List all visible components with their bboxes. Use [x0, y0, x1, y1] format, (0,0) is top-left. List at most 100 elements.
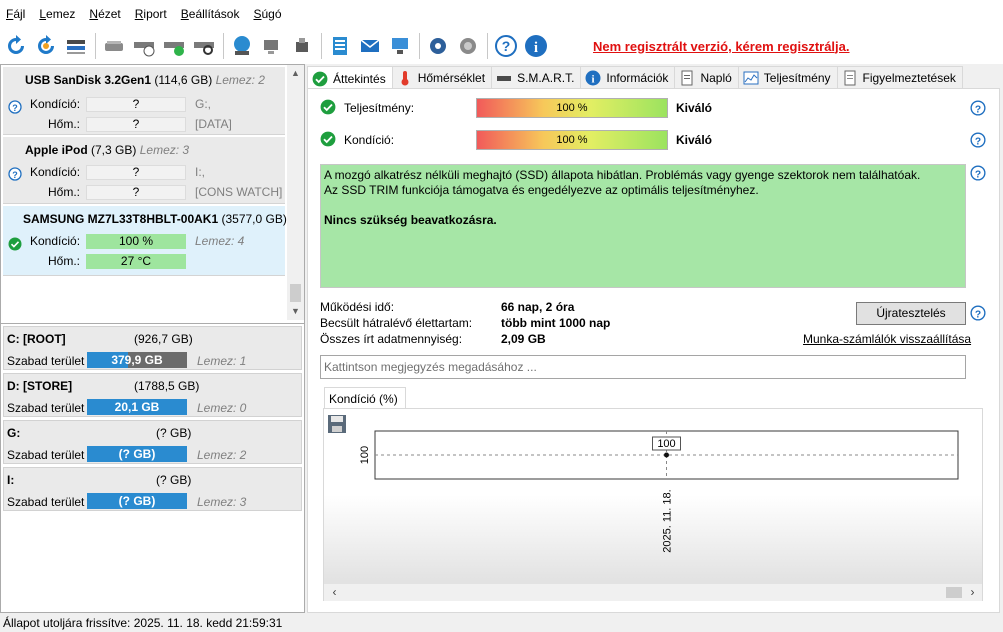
disk-temp-row: Hőm.: ? [DATA]	[48, 117, 232, 132]
status-message-box: A mozgó alkatrész nélküli meghajtó (SSD)…	[320, 164, 966, 288]
help-icon[interactable]: ?	[970, 305, 986, 321]
scroll-up-icon[interactable]: ▲	[287, 65, 304, 82]
scroll-left-icon[interactable]: ‹	[326, 584, 343, 601]
disk-item-selected[interactable]: SAMSUNG MZ7L33T8HBLT-00AK1 (3577,0 GB) K…	[3, 206, 287, 276]
check-icon	[320, 99, 336, 115]
svg-text:i: i	[534, 40, 538, 56]
toolbar-separator	[487, 33, 488, 59]
drive-icon	[496, 70, 512, 86]
disk-name: Apple iPod (7,3 GB) Lemez: 3	[25, 143, 190, 157]
condition-bar: 100 %	[476, 130, 668, 150]
info-icon: i	[585, 70, 601, 86]
report-icon[interactable]	[327, 33, 353, 59]
usb-drive-icon[interactable]	[289, 33, 315, 59]
info-icon[interactable]: i	[523, 33, 549, 59]
tab-log[interactable]: Napló	[674, 66, 739, 89]
disk-check-icon[interactable]	[161, 33, 187, 59]
help-icon[interactable]: ?	[493, 33, 519, 59]
data-point	[664, 452, 669, 458]
chart-scrollbar[interactable]: ‹ ›	[324, 584, 982, 601]
alert-document-icon	[842, 70, 858, 86]
performance-bar: 100 %	[476, 98, 668, 118]
tab-bar: Áttekintés Hőmérséklet S.M.A.R.T. i Info…	[307, 66, 1003, 90]
scroll-thumb[interactable]	[946, 587, 962, 598]
check-icon	[320, 131, 336, 147]
speaker-icon[interactable]	[455, 33, 481, 59]
point-label: 100	[657, 438, 675, 450]
thermometer-icon	[397, 70, 413, 86]
disk-item[interactable]: USB SanDisk 3.2Gen1 (114,6 GB) Lemez: 2 …	[3, 67, 285, 135]
register-link[interactable]: Nem regisztrált verzió, kérem regisztrál…	[593, 39, 850, 54]
volume-item[interactable]: D: [STORE] (1788,5 GB) Szabad terület 20…	[3, 373, 302, 417]
tab-smart[interactable]: S.M.A.R.T.	[491, 66, 582, 89]
email-icon[interactable]	[357, 33, 383, 59]
network-disk-icon[interactable]	[229, 33, 255, 59]
toolbar-separator	[95, 33, 96, 59]
overview-panel: Teljesítmény: 100 % Kiváló ? Kondíció: 1…	[307, 88, 1000, 613]
disk-list: USB SanDisk 3.2Gen1 (114,6 GB) Lemez: 2 …	[1, 65, 304, 320]
disk-name: SAMSUNG MZ7L33T8HBLT-00AK1 (3577,0 GB)	[23, 212, 287, 226]
disk-item[interactable]: Apple iPod (7,3 GB) Lemez: 3 ? Kondíció:…	[3, 137, 285, 204]
help-icon[interactable]: ?	[970, 165, 986, 181]
menu-view[interactable]: Nézet	[83, 7, 128, 21]
condition-chart: 100 100 2025. 11. 18.	[359, 430, 959, 553]
refresh-all-icon[interactable]	[33, 33, 59, 59]
disk-condition-row: Kondíció: 100 % Lemez: 4	[30, 234, 245, 249]
disk-condition-row: Kondíció: ? G:,	[30, 97, 212, 112]
menu-disk[interactable]: Lemez	[33, 7, 83, 21]
scroll-down-icon[interactable]: ▼	[287, 303, 304, 320]
performance-row: Teljesítmény: 100 % Kiváló	[320, 98, 990, 118]
toolbar-separator	[419, 33, 420, 59]
condition-chart-pane: 100 100 2025. 11. 18. ‹ ›	[323, 408, 983, 601]
tab-info[interactable]: i Információk	[580, 66, 676, 89]
disk-list-scrollbar[interactable]: ▲ ▼	[287, 65, 304, 320]
drive-list-icon[interactable]	[63, 33, 89, 59]
volume-item[interactable]: G: (? GB) Szabad terület (? GB) Lemez: 2	[3, 420, 302, 464]
scroll-right-icon[interactable]: ›	[964, 584, 981, 601]
help-icon[interactable]: ?	[970, 100, 986, 116]
svg-text:?: ?	[975, 137, 981, 148]
refresh-icon[interactable]	[3, 33, 29, 59]
tab-temperature[interactable]: Hőmérséklet	[391, 66, 493, 89]
volume-list: C: [ROOT] (926,7 GB) Szabad terület 379,…	[1, 323, 304, 612]
menu-settings[interactable]: Beállítások	[175, 7, 248, 21]
free-space-bar: (? GB)	[87, 493, 187, 509]
disk-name: USB SanDisk 3.2Gen1 (114,6 GB) Lemez: 2	[25, 73, 265, 87]
tab-condition-chart[interactable]: Kondíció (%)	[324, 387, 406, 409]
chart-icon	[743, 70, 759, 86]
toolbar: ? i Nem regisztrált verzió, kérem regisz…	[0, 28, 1003, 64]
svg-text:?: ?	[975, 170, 981, 181]
reset-counters-link[interactable]: Munka-számlálók visszaállítása	[803, 332, 971, 346]
volume-item[interactable]: C: [ROOT] (926,7 GB) Szabad terület 379,…	[3, 326, 302, 370]
gear-icon[interactable]	[425, 33, 451, 59]
disk-schedule-icon[interactable]	[131, 33, 157, 59]
tab-performance[interactable]: Teljesítmény	[737, 66, 838, 89]
free-space-bar: (? GB)	[87, 446, 187, 462]
disk-condition-row: Kondíció: ? I:,	[30, 165, 206, 180]
menu-help[interactable]: Súgó	[247, 7, 289, 21]
network-alert-icon[interactable]	[387, 33, 413, 59]
menu-file[interactable]: Fájl	[0, 7, 33, 21]
tab-alerts[interactable]: Figyelmeztetések	[836, 66, 963, 89]
volume-item[interactable]: I: (? GB) Szabad terület (? GB) Lemez: 3	[3, 467, 302, 511]
disk-search-icon[interactable]	[191, 33, 217, 59]
check-icon	[312, 71, 328, 87]
free-space-bar: 379,9 GB	[87, 352, 187, 368]
menu-bar: Fájl Lemez Nézet Riport Beállítások Súgó	[0, 0, 1003, 28]
scroll-thumb[interactable]	[290, 284, 301, 302]
retest-button[interactable]: Újratesztelés	[856, 302, 966, 325]
y-tick-label: 100	[359, 446, 371, 464]
disk-icon[interactable]	[101, 33, 127, 59]
left-panel: USB SanDisk 3.2Gen1 (114,6 GB) Lemez: 2 …	[0, 64, 305, 613]
x-tick-label: 2025. 11. 18.	[662, 489, 674, 552]
remote-computer-icon[interactable]	[259, 33, 285, 59]
svg-text:?: ?	[975, 310, 981, 321]
status-bar: Állapot utoljára frissítve: 2025. 11. 18…	[0, 614, 1003, 632]
tab-overview[interactable]: Áttekintés	[307, 66, 393, 90]
free-space-bar: 20,1 GB	[87, 399, 187, 415]
help-icon[interactable]: ?	[970, 132, 986, 148]
svg-text:i: i	[592, 74, 595, 86]
menu-report[interactable]: Riport	[129, 7, 175, 21]
note-input[interactable]: Kattintson megjegyzés megadásához ...	[320, 355, 966, 379]
svg-text:?: ?	[502, 38, 511, 54]
